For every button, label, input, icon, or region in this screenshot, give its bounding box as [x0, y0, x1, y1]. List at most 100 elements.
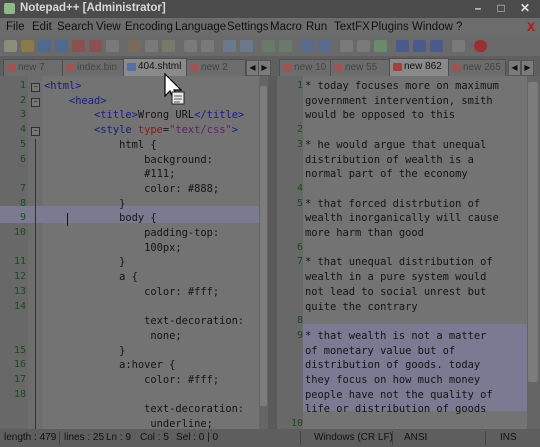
- right-editor-pane[interactable]: 1 2 3 4 5 6 7 8 9 10 * today focuses more on maxi…: [277, 76, 527, 429]
- menu-language[interactable]: Language: [175, 21, 226, 33]
- tab-index-bin[interactable]: index.bin: [62, 59, 124, 76]
- menu-macro[interactable]: Macro: [270, 21, 302, 33]
- tab-scroll-left-button[interactable]: ◀: [508, 60, 521, 76]
- code-line[interactable]: <style type="text/css">: [44, 124, 238, 136]
- new-file-icon[interactable]: [4, 40, 17, 52]
- code-line[interactable]: a {: [44, 271, 138, 283]
- tab-new-2[interactable]: new 2: [186, 59, 246, 76]
- line-number[interactable]: 16: [0, 359, 26, 370]
- fold-toggle-icon[interactable]: −: [31, 127, 40, 137]
- sync-horizontal-icon[interactable]: [318, 40, 331, 52]
- tab-new-265[interactable]: new 265: [448, 59, 506, 76]
- minimize-button[interactable]: –: [467, 1, 489, 16]
- menu-settings[interactable]: Settings: [227, 21, 269, 33]
- status-insert-mode[interactable]: INS: [500, 432, 517, 443]
- line-number[interactable]: 15: [0, 345, 26, 356]
- open-file-icon[interactable]: [21, 40, 34, 52]
- menu-textfx[interactable]: TextFX: [334, 21, 370, 33]
- text-line[interactable]: wealth inorganically will cause: [305, 212, 499, 224]
- code-line[interactable]: a:hover {: [44, 359, 175, 371]
- tab-scroll-right-button[interactable]: ▶: [258, 60, 271, 76]
- text-line[interactable]: normal part of the economy: [305, 168, 468, 180]
- show-all-chars-icon[interactable]: [357, 40, 370, 52]
- code-line[interactable]: background:: [44, 154, 213, 166]
- fold-toggle-icon[interactable]: −: [31, 97, 40, 107]
- document-map-icon[interactable]: [430, 40, 443, 52]
- menu-window[interactable]: Window: [412, 21, 453, 33]
- close-all-icon[interactable]: [89, 40, 102, 52]
- text-area[interactable]: * today focuses more on maximum governmen…: [277, 76, 527, 429]
- tab-new-7[interactable]: new 7: [3, 59, 64, 76]
- code-line[interactable]: <title>Wrong URL</title>: [44, 109, 244, 121]
- menu-file[interactable]: File: [6, 21, 25, 33]
- line-number[interactable]: 4: [0, 124, 26, 135]
- menu-encoding[interactable]: Encoding: [125, 21, 173, 33]
- tab-new-55[interactable]: new 55: [330, 59, 390, 76]
- text-line[interactable]: people have not the quality of: [305, 389, 493, 401]
- text-line[interactable]: * that unequal distribution of: [305, 256, 493, 268]
- code-line[interactable]: color: #fff;: [44, 374, 219, 386]
- cut-icon[interactable]: [128, 40, 141, 52]
- save-all-icon[interactable]: [55, 40, 68, 52]
- print-icon[interactable]: [106, 40, 119, 52]
- scrollbar-thumb[interactable]: [528, 82, 538, 382]
- text-line[interactable]: distribution of wealth is a: [305, 154, 474, 166]
- replace-icon[interactable]: [240, 40, 253, 52]
- text-line[interactable]: wealth in a pure system would: [305, 271, 486, 283]
- status-eol-format[interactable]: Windows (CR LF): [314, 432, 393, 443]
- code-line[interactable]: html {: [44, 139, 157, 151]
- code-line[interactable]: padding-top:: [44, 227, 219, 239]
- line-number[interactable]: 12: [0, 271, 26, 282]
- monitoring-icon[interactable]: [452, 40, 465, 52]
- word-wrap-icon[interactable]: [340, 40, 353, 52]
- text-line[interactable]: they focus on how much money: [305, 374, 480, 386]
- zoom-in-icon[interactable]: [262, 40, 275, 52]
- code-line[interactable]: <html>: [44, 80, 82, 92]
- stop-macro-icon[interactable]: [494, 40, 507, 52]
- paste-icon[interactable]: [162, 40, 175, 52]
- text-line[interactable]: * that wealth is not a matter: [305, 330, 486, 342]
- code-line[interactable]: color: #888;: [44, 183, 219, 195]
- code-line[interactable]: }: [44, 345, 125, 357]
- line-number[interactable]: 2: [0, 95, 26, 106]
- maximize-button[interactable]: □: [490, 1, 512, 16]
- find-icon[interactable]: [223, 40, 236, 52]
- close-icon[interactable]: [72, 40, 85, 52]
- redo-icon[interactable]: [201, 40, 214, 52]
- close-window-button[interactable]: ✕: [514, 1, 536, 16]
- text-line[interactable]: more harm than good: [305, 227, 424, 239]
- line-number[interactable]: 10: [0, 227, 26, 238]
- left-editor-pane[interactable]: 1 2 3 4 5 6 7 8 9 10 11 12 13 14 15 16 17 18 <html> <head…: [0, 76, 268, 429]
- text-line[interactable]: life or distribution of goods: [305, 403, 486, 415]
- code-line[interactable]: none;: [44, 330, 181, 342]
- line-number[interactable]: 17: [0, 374, 26, 385]
- line-number[interactable]: 8: [0, 198, 26, 209]
- play-macro-icon[interactable]: [511, 40, 524, 52]
- line-number[interactable]: 7: [0, 183, 26, 194]
- code-line[interactable]: }: [44, 198, 125, 210]
- text-line[interactable]: would be opposed to this: [305, 109, 455, 121]
- line-number[interactable]: 5: [0, 139, 26, 150]
- code-line[interactable]: 100px;: [44, 242, 182, 254]
- code-line[interactable]: text-decoration:: [44, 315, 244, 327]
- view-splitter[interactable]: [268, 76, 277, 429]
- code-text-area[interactable]: <html> <head> <title>Wrong URL</title> <…: [42, 76, 268, 429]
- line-number[interactable]: 3: [0, 109, 26, 120]
- line-number[interactable]: 13: [0, 286, 26, 297]
- close-document-icon[interactable]: X: [527, 20, 535, 34]
- copy-icon[interactable]: [145, 40, 158, 52]
- tab-scroll-right-button[interactable]: ▶: [521, 60, 534, 76]
- code-line[interactable]: text-decoration:: [44, 403, 244, 415]
- text-line[interactable]: distribution of goods. today: [305, 359, 480, 371]
- title-bar[interactable]: Notepad++ [Administrator] – □ ✕: [0, 0, 540, 18]
- line-number[interactable]: 6: [0, 154, 26, 165]
- code-line[interactable]: color: #fff;: [44, 286, 219, 298]
- scrollbar-thumb[interactable]: [260, 86, 267, 406]
- menu-run[interactable]: Run: [306, 21, 327, 33]
- tab-new-10[interactable]: new 10: [279, 59, 331, 76]
- text-line[interactable]: * today focuses more on maximum: [305, 80, 499, 92]
- save-icon[interactable]: [38, 40, 51, 52]
- line-number[interactable]: 11: [0, 256, 26, 267]
- status-encoding[interactable]: ANSI: [404, 432, 427, 443]
- sync-vertical-icon[interactable]: [301, 40, 314, 52]
